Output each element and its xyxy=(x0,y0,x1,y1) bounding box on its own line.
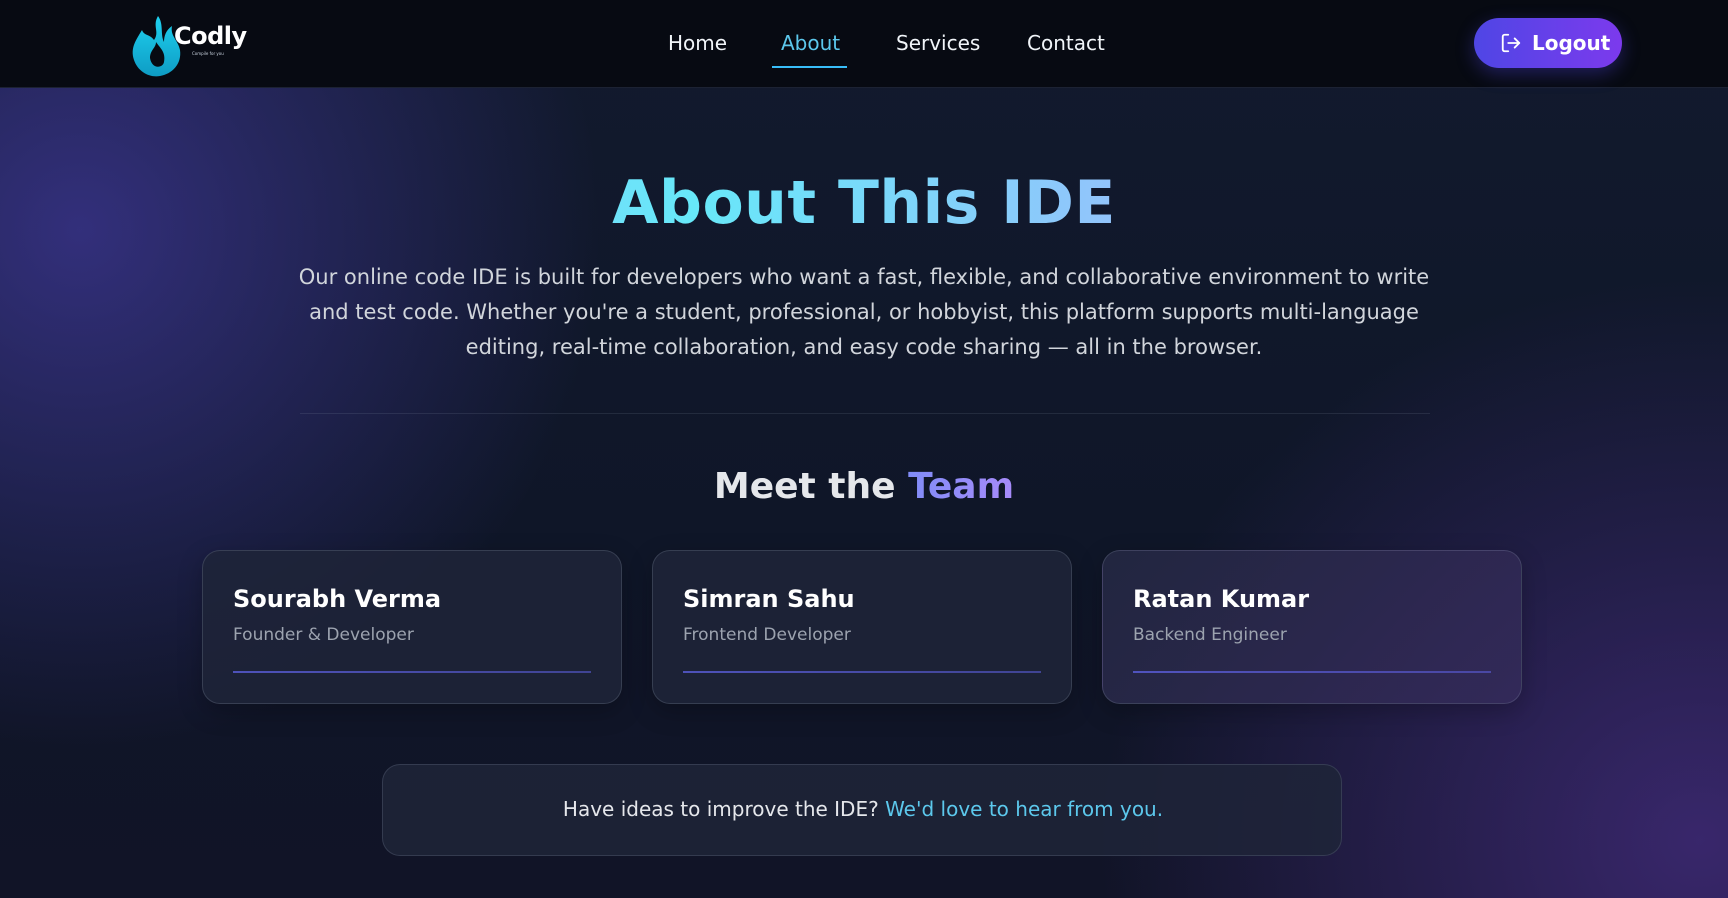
brand-tagline: Compile for you xyxy=(192,51,224,56)
card-underline xyxy=(1133,671,1491,673)
about-page: Codly Compile for you Home About Service… xyxy=(0,0,1728,898)
member-name: Ratan Kumar xyxy=(1133,585,1310,613)
logout-button[interactable]: Logout xyxy=(1474,18,1622,68)
member-role: Backend Engineer xyxy=(1133,625,1287,645)
navbar: Codly Compile for you Home About Service… xyxy=(0,0,1728,88)
section-divider xyxy=(300,413,1430,414)
team-heading-prefix: Meet the xyxy=(713,466,896,507)
member-role: Frontend Developer xyxy=(683,625,851,645)
card-underline xyxy=(683,671,1041,673)
page-title: About This IDE xyxy=(0,168,1728,238)
brand-name: Codly xyxy=(174,22,247,50)
team-card: Sourabh Verma Founder & Developer xyxy=(202,550,622,704)
nav-services[interactable]: Services xyxy=(896,31,980,55)
team-card: Ratan Kumar Backend Engineer xyxy=(1102,550,1522,704)
feedback-banner: Have ideas to improve the IDE? We'd love… xyxy=(382,764,1342,856)
member-role: Founder & Developer xyxy=(233,625,414,645)
logout-icon xyxy=(1501,33,1521,53)
team-heading: Meet the Team xyxy=(0,466,1728,507)
nav-active-underline xyxy=(772,66,847,68)
team-card: Simran Sahu Frontend Developer xyxy=(652,550,1072,704)
nav-contact[interactable]: Contact xyxy=(1027,31,1105,55)
member-name: Simran Sahu xyxy=(683,585,855,613)
member-name: Sourabh Verma xyxy=(233,585,442,613)
page-description: Our online code IDE is built for develop… xyxy=(298,265,1430,359)
card-underline xyxy=(233,671,591,673)
feedback-text: Have ideas to improve the IDE? We'd love… xyxy=(383,797,1343,821)
team-heading-accent: Team xyxy=(908,466,1015,507)
feedback-link[interactable]: We'd love to hear from you. xyxy=(885,797,1163,821)
logout-label: Logout xyxy=(1532,31,1611,55)
nav-about[interactable]: About xyxy=(781,31,840,55)
nav-home[interactable]: Home xyxy=(668,31,727,55)
brand-logo[interactable]: Codly Compile for you xyxy=(130,14,250,78)
feedback-prompt: Have ideas to improve the IDE? xyxy=(562,797,879,821)
